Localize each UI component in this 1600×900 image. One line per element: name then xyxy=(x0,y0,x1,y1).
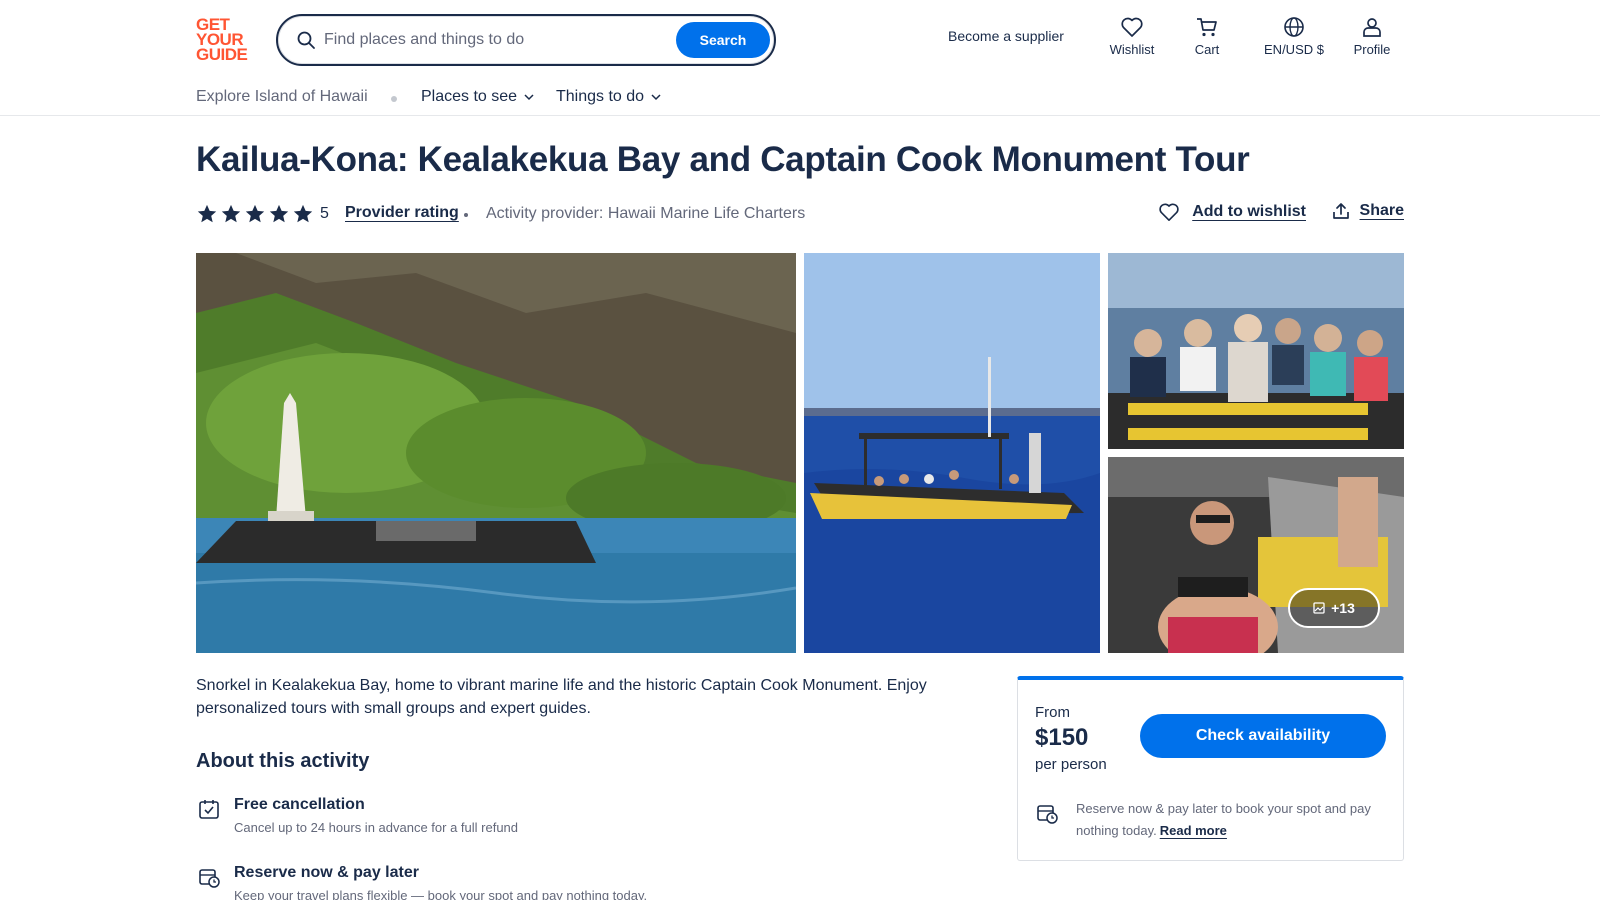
provider-rating-link[interactable]: Provider rating xyxy=(345,204,459,222)
price-from-label: From xyxy=(1035,704,1070,721)
add-to-wishlist-label: Add to wishlist xyxy=(1192,203,1306,220)
reserve-note: Reserve now & pay later to book your spo… xyxy=(1076,798,1394,842)
globe-icon xyxy=(1284,17,1304,37)
locale-nav[interactable]: EN/USD $ xyxy=(1258,16,1330,57)
become-supplier-link[interactable]: Become a supplier xyxy=(948,28,1064,44)
feature-title: Free cancellation xyxy=(234,796,365,813)
locale-label: EN/USD $ xyxy=(1264,42,1324,57)
profile-icon xyxy=(1363,18,1381,37)
meta-separator xyxy=(464,213,468,217)
search-icon xyxy=(297,31,315,49)
read-more-link[interactable]: Read more xyxy=(1160,823,1227,838)
page-title: Kailua-Kona: Kealakekua Bay and Captain … xyxy=(196,140,1250,179)
cart-icon xyxy=(1197,18,1217,37)
main-photo-captain-cook-monument[interactable] xyxy=(196,253,796,653)
star-icon xyxy=(245,204,265,223)
header: GET YOUR GUIDE Search Become a supplier … xyxy=(0,0,1600,78)
share-button[interactable]: Share xyxy=(1332,202,1404,220)
price-value: $150 xyxy=(1035,724,1089,751)
cart-label: Cart xyxy=(1194,42,1220,57)
chevron-down-icon xyxy=(651,94,661,100)
feature-free-cancellation: Free cancellation Cancel up to 24 hours … xyxy=(196,796,896,840)
activity-description: Snorkel in Kealakekua Bay, home to vibra… xyxy=(196,677,927,717)
star-icon xyxy=(269,204,289,223)
share-label: Share xyxy=(1359,202,1404,219)
chevron-down-icon xyxy=(524,94,534,100)
things-to-do-dropdown[interactable]: Things to do xyxy=(556,88,662,106)
profile-label: Profile xyxy=(1353,42,1391,57)
add-to-wishlist-button[interactable]: Add to wishlist xyxy=(1158,202,1306,222)
feature-subtitle: Keep your travel plans flexible — book y… xyxy=(234,888,648,900)
cart-nav[interactable]: Cart xyxy=(1192,16,1222,57)
wishlist-label: Wishlist xyxy=(1109,42,1155,57)
photo-group-on-boat[interactable] xyxy=(1108,253,1404,449)
heart-icon xyxy=(1159,203,1179,221)
wishlist-nav[interactable]: Wishlist xyxy=(1108,16,1156,57)
booking-card: From $150 per person Check availability … xyxy=(1017,676,1404,861)
star-icon xyxy=(293,204,313,223)
rating-value: 5 xyxy=(320,205,329,222)
feature-reserve-pay-later: Reserve now & pay later Keep your travel… xyxy=(196,864,896,900)
logo-line-3: GUIDE xyxy=(196,45,248,64)
search-bar: Search xyxy=(276,14,776,66)
about-activity-heading: About this activity xyxy=(196,750,370,772)
feature-title: Reserve now & pay later xyxy=(234,864,419,881)
share-icon xyxy=(1332,203,1349,219)
photo-boat-on-ocean[interactable] xyxy=(804,253,1100,653)
breadcrumb-separator xyxy=(391,96,397,102)
activity-meta: 5 Provider rating Activity provider: Haw… xyxy=(196,200,1404,230)
rating-stars xyxy=(196,203,314,225)
search-input[interactable] xyxy=(324,26,684,54)
breadcrumb-explore[interactable]: Explore Island of Hawaii xyxy=(196,88,368,106)
things-to-do-label: Things to do xyxy=(556,88,645,105)
photo-gallery xyxy=(196,253,1404,653)
heart-icon xyxy=(1121,17,1143,37)
calendar-clock-icon xyxy=(1037,805,1058,824)
more-photos-count: +13 xyxy=(1331,600,1355,616)
calendar-clock-icon xyxy=(199,869,220,888)
calendar-check-icon xyxy=(199,800,219,819)
search-button[interactable]: Search xyxy=(676,22,770,58)
show-more-photos-button[interactable]: +13 xyxy=(1288,588,1380,628)
places-to-see-label: Places to see xyxy=(421,88,518,105)
star-icon xyxy=(197,204,217,223)
image-icon xyxy=(1313,602,1325,614)
check-availability-button[interactable]: Check availability xyxy=(1140,714,1386,758)
star-icon xyxy=(221,204,241,223)
price-per-label: per person xyxy=(1035,756,1107,773)
feature-subtitle: Cancel up to 24 hours in advance for a f… xyxy=(234,820,519,835)
places-to-see-dropdown[interactable]: Places to see xyxy=(421,88,535,106)
getyourguide-logo[interactable]: GET YOUR GUIDE xyxy=(196,16,254,64)
activity-provider: Activity provider: Hawaii Marine Life Ch… xyxy=(486,205,806,222)
sub-navigation: Explore Island of Hawaii Places to see T… xyxy=(0,80,1600,116)
profile-nav[interactable]: Profile xyxy=(1352,16,1392,57)
